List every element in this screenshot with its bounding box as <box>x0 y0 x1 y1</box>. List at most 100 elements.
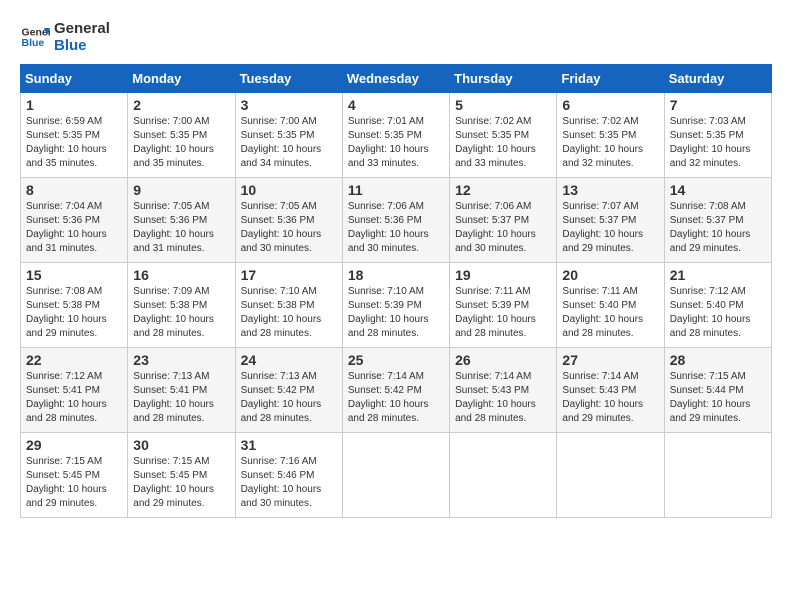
calendar-cell: 18 Sunrise: 7:10 AM Sunset: 5:39 PM Dayli… <box>342 263 449 348</box>
calendar-cell: 13Sunrise: 7:07 AM Sunset: 5:37 PM Dayli… <box>557 178 664 263</box>
calendar-cell: 15 Sunrise: 7:08 AM Sunset: 5:38 PM Dayli… <box>21 263 128 348</box>
calendar-cell: 24 Sunrise: 7:13 AM Sunset: 5:42 PM Dayli… <box>235 348 342 433</box>
day-number: 31 <box>241 437 337 453</box>
calendar-cell: 9 Sunrise: 7:05 AM Sunset: 5:36 PM Daylig… <box>128 178 235 263</box>
day-info: Sunrise: 7:14 AM Sunset: 5:43 PM Dayligh… <box>455 370 551 426</box>
calendar-cell: 16 Sunrise: 7:09 AM Sunset: 5:38 PM Dayli… <box>128 263 235 348</box>
day-number: 1 <box>26 97 122 113</box>
day-number: 19 <box>455 267 551 283</box>
calendar-cell: 20Sunrise: 7:11 AM Sunset: 5:40 PM Dayli… <box>557 263 664 348</box>
day-number: 23 <box>133 352 229 368</box>
calendar-cell: 17Sunrise: 7:10 AM Sunset: 5:38 PM Dayli… <box>235 263 342 348</box>
calendar-cell <box>342 433 449 518</box>
calendar-cell: 23 Sunrise: 7:13 AM Sunset: 5:41 PM Dayli… <box>128 348 235 433</box>
calendar-cell: 3 Sunrise: 7:00 AM Sunset: 5:35 PM Daylig… <box>235 93 342 178</box>
day-number: 3 <box>241 97 337 113</box>
day-info: Sunrise: 7:12 AM Sunset: 5:41 PM Dayligh… <box>26 370 122 426</box>
day-number: 14 <box>670 182 766 198</box>
day-number: 29 <box>26 437 122 453</box>
day-number: 26 <box>455 352 551 368</box>
day-info: Sunrise: 7:06 AM Sunset: 5:36 PM Dayligh… <box>348 200 444 256</box>
calendar-cell: 8 Sunrise: 7:04 AM Sunset: 5:36 PM Daylig… <box>21 178 128 263</box>
calendar-cell <box>664 433 771 518</box>
day-info: Sunrise: 7:09 AM Sunset: 5:38 PM Dayligh… <box>133 285 229 341</box>
weekday-header: Friday <box>557 65 664 93</box>
day-number: 27 <box>562 352 658 368</box>
day-info: Sunrise: 7:14 AM Sunset: 5:42 PM Dayligh… <box>348 370 444 426</box>
day-info: Sunrise: 7:04 AM Sunset: 5:36 PM Dayligh… <box>26 200 122 256</box>
day-info: Sunrise: 7:12 AM Sunset: 5:40 PM Dayligh… <box>670 285 766 341</box>
day-info: Sunrise: 7:05 AM Sunset: 5:36 PM Dayligh… <box>241 200 337 256</box>
weekday-header: Sunday <box>21 65 128 93</box>
day-info: Sunrise: 7:06 AM Sunset: 5:37 PM Dayligh… <box>455 200 551 256</box>
day-info: Sunrise: 7:14 AM Sunset: 5:43 PM Dayligh… <box>562 370 658 426</box>
day-info: Sunrise: 7:02 AM Sunset: 5:35 PM Dayligh… <box>562 115 658 171</box>
day-number: 21 <box>670 267 766 283</box>
header: General Blue General Blue <box>20 20 772 54</box>
calendar-cell: 29Sunrise: 7:15 AM Sunset: 5:45 PM Dayli… <box>21 433 128 518</box>
day-number: 17 <box>241 267 337 283</box>
day-info: Sunrise: 7:00 AM Sunset: 5:35 PM Dayligh… <box>241 115 337 171</box>
day-number: 8 <box>26 182 122 198</box>
calendar-cell: 19 Sunrise: 7:11 AM Sunset: 5:39 PM Dayli… <box>450 263 557 348</box>
day-info: Sunrise: 7:08 AM Sunset: 5:38 PM Dayligh… <box>26 285 122 341</box>
day-info: Sunrise: 7:15 AM Sunset: 5:45 PM Dayligh… <box>133 455 229 511</box>
calendar-table: SundayMondayTuesdayWednesdayThursdayFrid… <box>20 64 772 518</box>
day-number: 11 <box>348 182 444 198</box>
day-info: Sunrise: 7:16 AM Sunset: 5:46 PM Dayligh… <box>241 455 337 511</box>
calendar-cell: 2 Sunrise: 7:00 AM Sunset: 5:35 PM Daylig… <box>128 93 235 178</box>
day-info: Sunrise: 7:03 AM Sunset: 5:35 PM Dayligh… <box>670 115 766 171</box>
day-number: 16 <box>133 267 229 283</box>
day-number: 2 <box>133 97 229 113</box>
calendar-week: 8 Sunrise: 7:04 AM Sunset: 5:36 PM Daylig… <box>21 178 772 263</box>
day-info: Sunrise: 7:15 AM Sunset: 5:44 PM Dayligh… <box>670 370 766 426</box>
day-number: 28 <box>670 352 766 368</box>
svg-text:Blue: Blue <box>22 37 45 49</box>
day-number: 24 <box>241 352 337 368</box>
logo-text: General Blue <box>54 20 110 54</box>
calendar-week: 15 Sunrise: 7:08 AM Sunset: 5:38 PM Dayli… <box>21 263 772 348</box>
day-info: Sunrise: 7:13 AM Sunset: 5:41 PM Dayligh… <box>133 370 229 426</box>
weekday-header: Thursday <box>450 65 557 93</box>
day-info: Sunrise: 6:59 AM Sunset: 5:35 PM Dayligh… <box>26 115 122 171</box>
calendar-cell: 31 Sunrise: 7:16 AM Sunset: 5:46 PM Dayli… <box>235 433 342 518</box>
day-info: Sunrise: 7:11 AM Sunset: 5:39 PM Dayligh… <box>455 285 551 341</box>
day-number: 12 <box>455 182 551 198</box>
logo: General Blue General Blue <box>20 20 110 54</box>
day-info: Sunrise: 7:07 AM Sunset: 5:37 PM Dayligh… <box>562 200 658 256</box>
calendar-cell: 30Sunrise: 7:15 AM Sunset: 5:45 PM Dayli… <box>128 433 235 518</box>
calendar-cell <box>557 433 664 518</box>
calendar-cell: 26 Sunrise: 7:14 AM Sunset: 5:43 PM Dayli… <box>450 348 557 433</box>
calendar-week: 29 Sunrise: 7:15 AM Sunset: 5:45 PM Dayli… <box>21 433 772 518</box>
calendar-cell: 28 Sunrise: 7:15 AM Sunset: 5:44 PM Dayli… <box>664 348 771 433</box>
day-number: 9 <box>133 182 229 198</box>
day-number: 18 <box>348 267 444 283</box>
calendar-cell: 1 Sunrise: 6:59 AM Sunset: 5:35 PM Daylig… <box>21 93 128 178</box>
day-number: 22 <box>26 352 122 368</box>
day-info: Sunrise: 7:05 AM Sunset: 5:36 PM Dayligh… <box>133 200 229 256</box>
weekday-header: Tuesday <box>235 65 342 93</box>
day-info: Sunrise: 7:00 AM Sunset: 5:35 PM Dayligh… <box>133 115 229 171</box>
day-info: Sunrise: 7:02 AM Sunset: 5:35 PM Dayligh… <box>455 115 551 171</box>
day-number: 10 <box>241 182 337 198</box>
calendar-cell: 6 Sunrise: 7:02 AM Sunset: 5:35 PM Daylig… <box>557 93 664 178</box>
calendar-week: 22 Sunrise: 7:12 AM Sunset: 5:41 PM Dayli… <box>21 348 772 433</box>
calendar-cell: 22 Sunrise: 7:12 AM Sunset: 5:41 PM Dayli… <box>21 348 128 433</box>
calendar-cell: 25 Sunrise: 7:14 AM Sunset: 5:42 PM Dayli… <box>342 348 449 433</box>
day-number: 5 <box>455 97 551 113</box>
weekday-header: Monday <box>128 65 235 93</box>
day-info: Sunrise: 7:01 AM Sunset: 5:35 PM Dayligh… <box>348 115 444 171</box>
calendar-cell: 21 Sunrise: 7:12 AM Sunset: 5:40 PM Dayli… <box>664 263 771 348</box>
calendar-cell <box>450 433 557 518</box>
day-number: 25 <box>348 352 444 368</box>
day-info: Sunrise: 7:10 AM Sunset: 5:39 PM Dayligh… <box>348 285 444 341</box>
day-info: Sunrise: 7:13 AM Sunset: 5:42 PM Dayligh… <box>241 370 337 426</box>
day-info: Sunrise: 7:08 AM Sunset: 5:37 PM Dayligh… <box>670 200 766 256</box>
day-number: 15 <box>26 267 122 283</box>
calendar-cell: 11 Sunrise: 7:06 AM Sunset: 5:36 PM Dayli… <box>342 178 449 263</box>
day-number: 6 <box>562 97 658 113</box>
day-number: 7 <box>670 97 766 113</box>
calendar-cell: 27 Sunrise: 7:14 AM Sunset: 5:43 PM Dayli… <box>557 348 664 433</box>
calendar-cell: 10 Sunrise: 7:05 AM Sunset: 5:36 PM Dayli… <box>235 178 342 263</box>
calendar-cell: 12 Sunrise: 7:06 AM Sunset: 5:37 PM Dayli… <box>450 178 557 263</box>
